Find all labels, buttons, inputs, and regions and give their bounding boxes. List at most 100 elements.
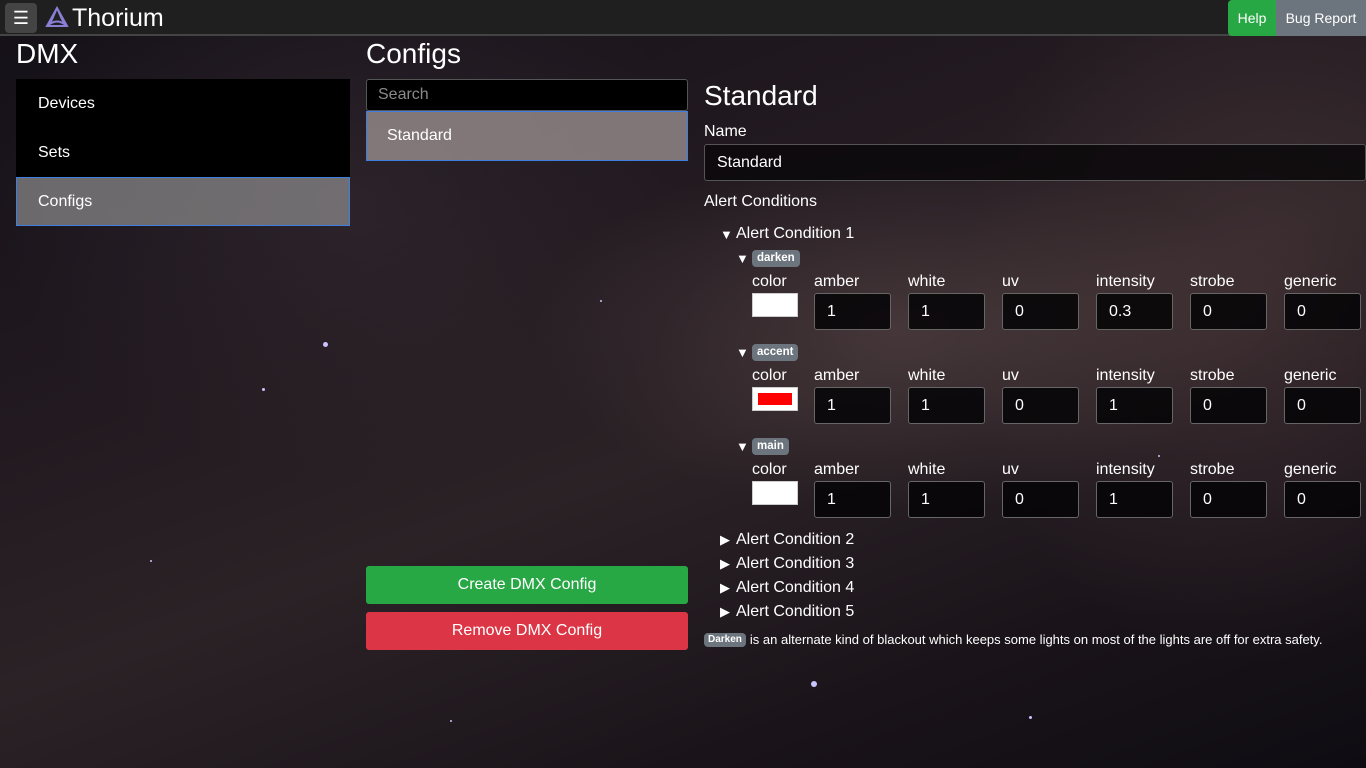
remove-dmx-config-button[interactable]: Remove DMX Config <box>366 612 688 650</box>
intensity-label: intensity <box>1096 367 1155 384</box>
generic-label: generic <box>1284 367 1337 384</box>
alert-condition-4-toggle[interactable]: ▶ Alert Condition 4 <box>720 579 854 597</box>
bug-report-button[interactable]: Bug Report <box>1276 0 1366 36</box>
amber-input[interactable] <box>814 387 891 424</box>
main-group-toggle[interactable]: ▼ main <box>736 438 789 455</box>
generic-input[interactable] <box>1284 293 1361 330</box>
uv-label: uv <box>1002 461 1019 478</box>
intensity-input[interactable] <box>1096 481 1173 518</box>
uv-label: uv <box>1002 273 1019 290</box>
color-swatch-fill <box>758 393 792 405</box>
caret-right-icon: ▶ <box>720 580 730 595</box>
sidebar-nav: Devices Sets Configs <box>16 79 350 226</box>
generic-label: generic <box>1284 273 1337 290</box>
alert-condition-2-toggle[interactable]: ▶ Alert Condition 2 <box>720 531 854 549</box>
amber-input[interactable] <box>814 293 891 330</box>
amber-input[interactable] <box>814 481 891 518</box>
config-item-label: Standard <box>387 127 452 144</box>
caret-down-icon: ▼ <box>736 251 749 266</box>
create-dmx-config-button[interactable]: Create DMX Config <box>366 566 688 604</box>
strobe-label: strobe <box>1190 461 1235 478</box>
sidebar-item-devices[interactable]: Devices <box>16 79 350 128</box>
uv-input[interactable] <box>1002 293 1079 330</box>
amber-label: amber <box>814 273 860 290</box>
color-label: color <box>752 367 787 384</box>
color-label: color <box>752 461 787 478</box>
white-input[interactable] <box>908 293 985 330</box>
alert-condition-1-toggle[interactable]: ▼ Alert Condition 1 <box>720 225 854 243</box>
intensity-input[interactable] <box>1096 387 1173 424</box>
uv-label: uv <box>1002 367 1019 384</box>
app-brand: Thorium <box>72 4 164 32</box>
intensity-label: intensity <box>1096 273 1155 290</box>
color-swatch[interactable] <box>752 387 798 411</box>
color-swatch[interactable] <box>752 293 798 317</box>
uv-input[interactable] <box>1002 387 1079 424</box>
white-input[interactable] <box>908 481 985 518</box>
background-star <box>450 720 452 722</box>
caret-right-icon: ▶ <box>720 532 730 547</box>
background-star <box>811 681 817 687</box>
white-label: white <box>908 461 946 478</box>
strobe-input[interactable] <box>1190 481 1267 518</box>
darken-footnote: Darken is an alternate kind of blackout … <box>704 632 1322 647</box>
configs-title: Configs <box>366 38 461 69</box>
caret-right-icon: ▶ <box>720 556 730 571</box>
footnote-text: is an alternate kind of blackout which k… <box>749 632 1323 647</box>
caret-right-icon: ▶ <box>720 604 730 619</box>
darken-badge: darken <box>752 250 800 267</box>
alert-condition-label: Alert Condition 3 <box>736 555 855 572</box>
generic-input[interactable] <box>1284 387 1361 424</box>
strobe-label: strobe <box>1190 273 1235 290</box>
accent-group-toggle[interactable]: ▼ accent <box>736 344 799 361</box>
intensity-label: intensity <box>1096 461 1155 478</box>
alert-conditions-label: Alert Conditions <box>704 193 817 210</box>
sidebar-item-label: Devices <box>38 94 95 112</box>
caret-down-icon: ▼ <box>720 226 733 242</box>
alert-condition-label: Alert Condition 5 <box>736 603 855 620</box>
white-label: white <box>908 273 946 290</box>
sidebar-item-configs[interactable]: Configs <box>16 177 350 226</box>
color-label: color <box>752 273 787 290</box>
amber-label: amber <box>814 461 860 478</box>
background-star <box>1029 716 1032 719</box>
help-button[interactable]: Help <box>1228 0 1276 36</box>
white-label: white <box>908 367 946 384</box>
darken-group-toggle[interactable]: ▼ darken <box>736 250 800 267</box>
name-label: Name <box>704 123 747 140</box>
thorium-logo-icon <box>45 6 69 27</box>
sidebar-item-sets[interactable]: Sets <box>16 128 350 177</box>
color-swatch-fill <box>758 299 792 311</box>
hamburger-icon: ☰ <box>12 7 30 28</box>
amber-label: amber <box>814 367 860 384</box>
alert-condition-label: Alert Condition 1 <box>736 225 855 242</box>
alert-condition-5-toggle[interactable]: ▶ Alert Condition 5 <box>720 603 854 621</box>
background-star <box>150 560 152 562</box>
color-swatch-fill <box>758 487 792 499</box>
config-list-item[interactable]: Standard <box>366 111 688 161</box>
generic-input[interactable] <box>1284 481 1361 518</box>
strobe-input[interactable] <box>1190 387 1267 424</box>
sidebar-title: DMX <box>16 38 79 69</box>
alert-condition-label: Alert Condition 4 <box>736 579 855 596</box>
generic-label: generic <box>1284 461 1337 478</box>
darken-badge: Darken <box>704 632 746 647</box>
caret-down-icon: ▼ <box>736 345 749 360</box>
accent-badge: accent <box>752 344 799 361</box>
alert-condition-3-toggle[interactable]: ▶ Alert Condition 3 <box>720 555 854 573</box>
strobe-label: strobe <box>1190 367 1235 384</box>
strobe-input[interactable] <box>1190 293 1267 330</box>
background-star <box>323 342 328 347</box>
background-star <box>262 388 265 391</box>
background-star <box>1158 455 1160 457</box>
uv-input[interactable] <box>1002 481 1079 518</box>
search-input[interactable] <box>366 79 688 111</box>
name-field[interactable] <box>704 144 1366 181</box>
intensity-input[interactable] <box>1096 293 1173 330</box>
top-bar: ☰ Thorium Help Bug Report <box>0 0 1366 36</box>
color-swatch[interactable] <box>752 481 798 505</box>
background-star <box>600 300 602 302</box>
menu-button[interactable]: ☰ <box>5 3 37 33</box>
white-input[interactable] <box>908 387 985 424</box>
sidebar-item-label: Configs <box>38 192 93 210</box>
